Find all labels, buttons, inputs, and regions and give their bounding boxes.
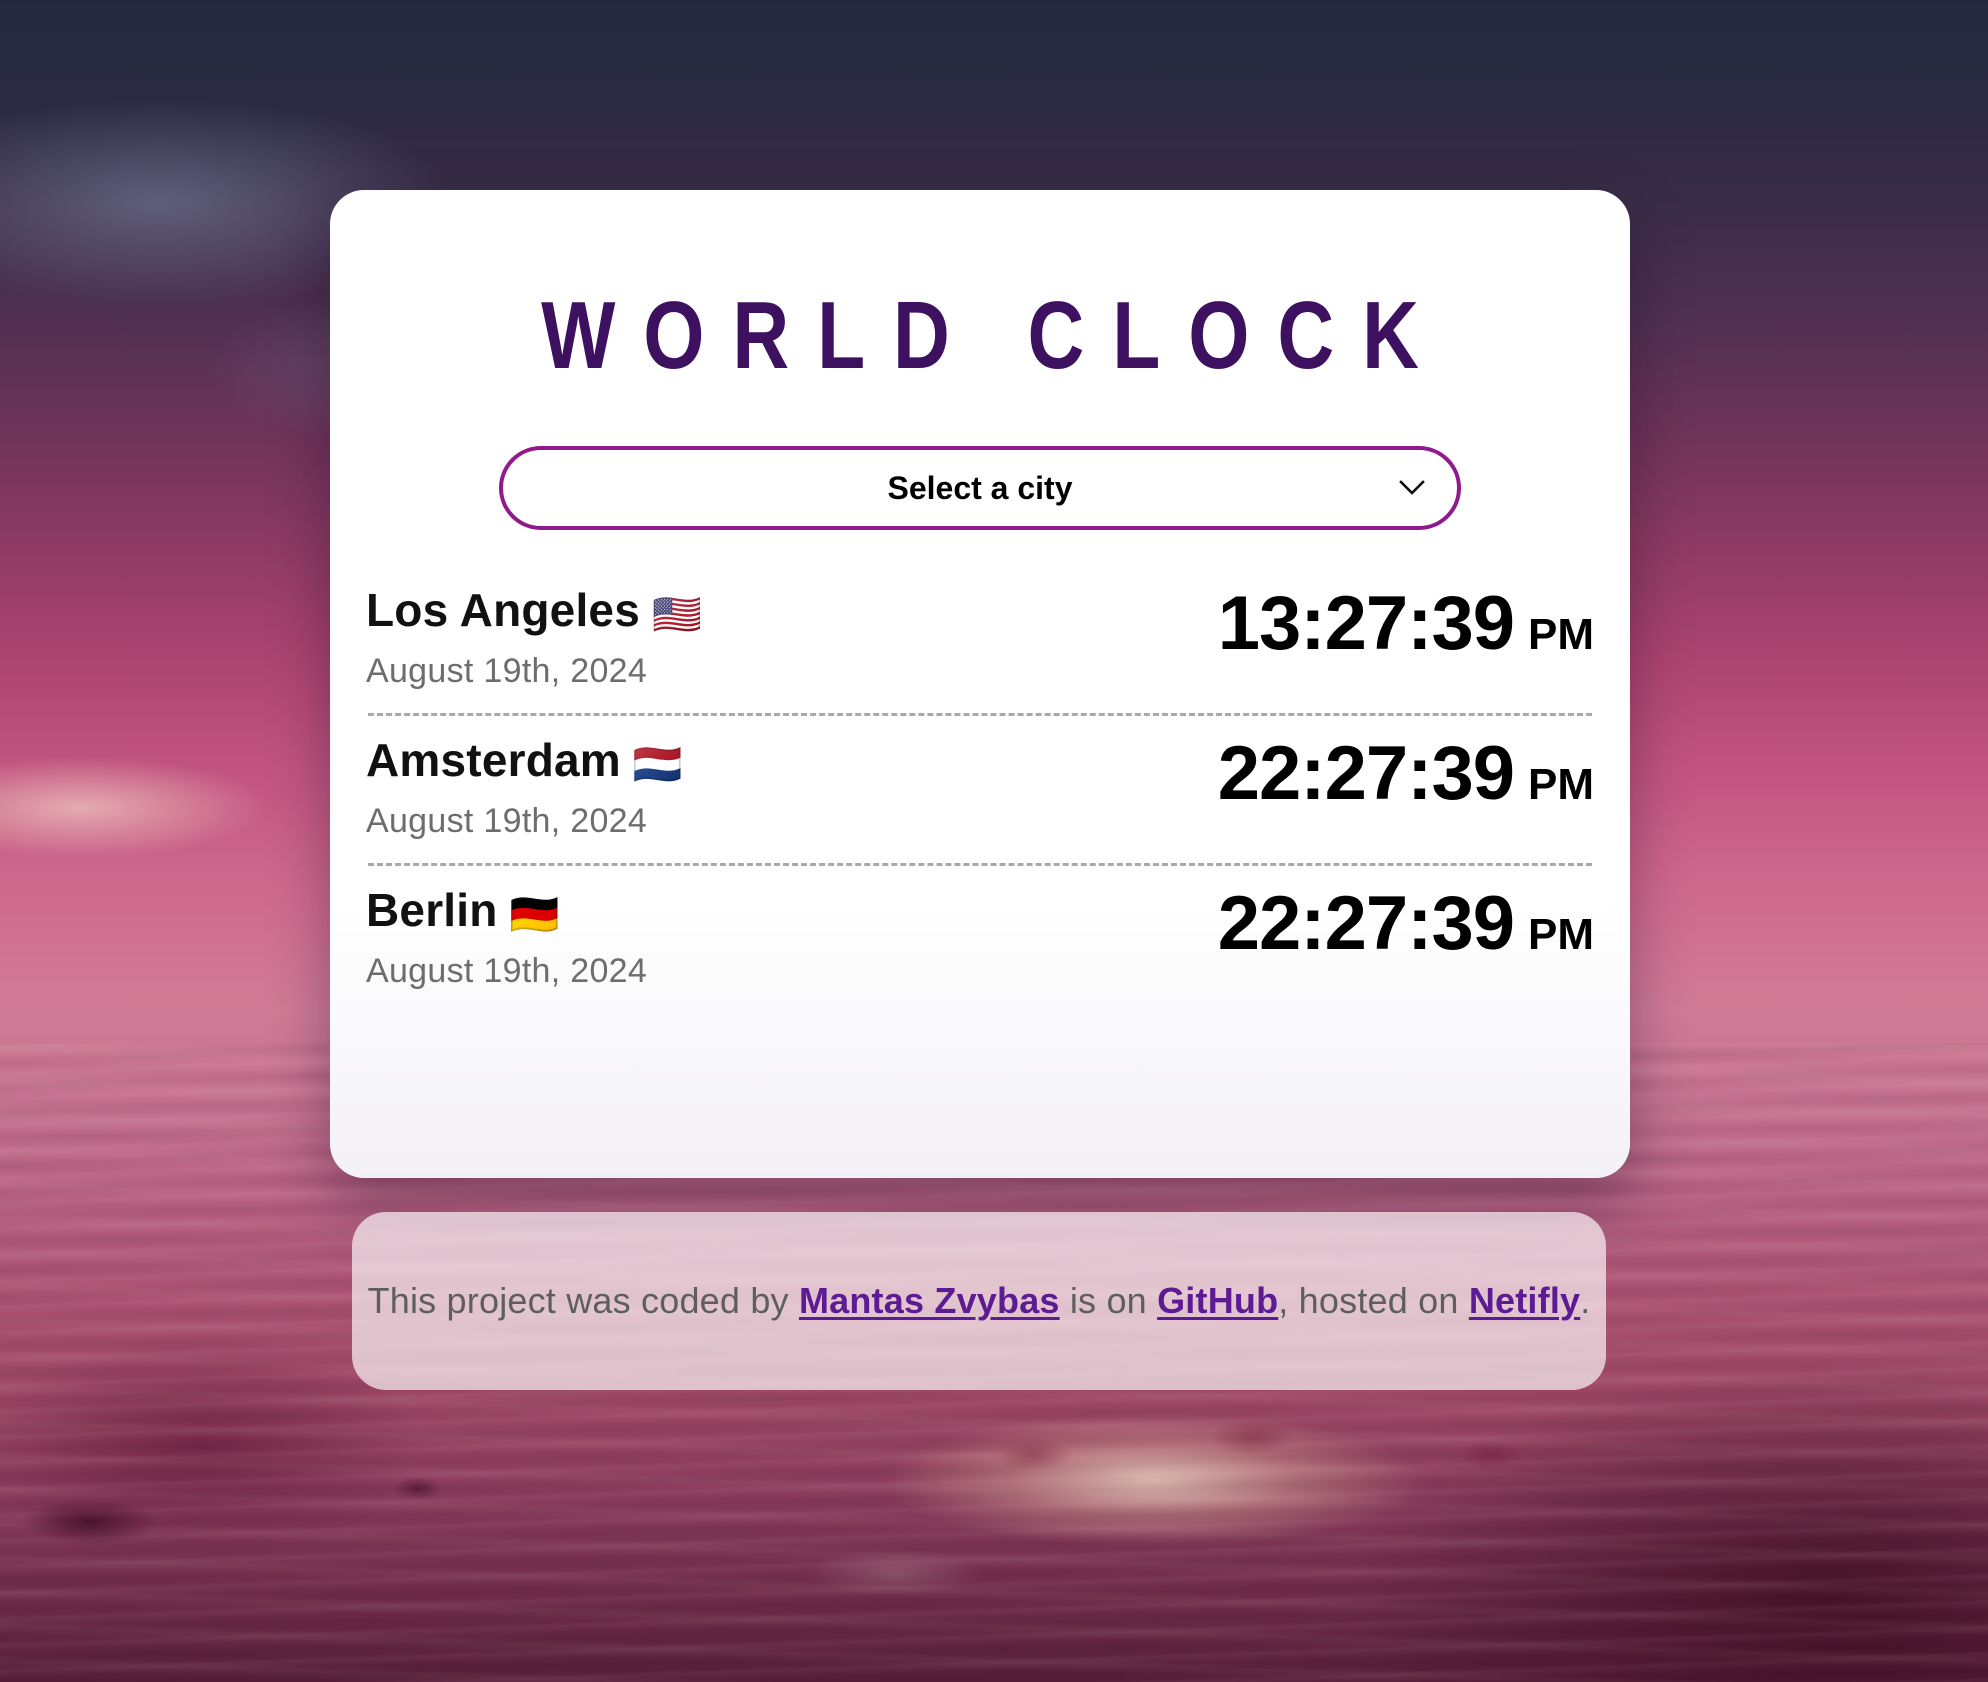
github-link[interactable]: GitHub [1157, 1280, 1278, 1321]
city-row: Berlin 🇩🇪 August 19th, 2024 22:27:39 PM [366, 866, 1594, 1013]
city-name: Berlin 🇩🇪 [366, 886, 647, 936]
footer-panel: This project was coded by Mantas Zvybas … [352, 1212, 1606, 1390]
flag-icon-nl: 🇳🇱 [632, 743, 683, 787]
city-time-value: 22:27:39 [1217, 881, 1515, 966]
page-root: WORLD CLOCK Select a city Los Angeles Am… [0, 0, 1988, 1682]
city-name: Amsterdam 🇳🇱 [366, 736, 683, 786]
city-select-wrapper: Select a city Los Angeles Amsterdam Berl… [499, 446, 1461, 530]
city-time: 13:27:39 PM [1218, 582, 1594, 662]
city-date: August 19th, 2024 [366, 802, 648, 840]
footer-middle-2: , hosted on [1278, 1280, 1469, 1321]
flag-icon-de: 🇩🇪 [509, 893, 560, 937]
city-row: Los Angeles 🇺🇸 August 19th, 2024 13:27:39… [366, 566, 1594, 713]
city-info: Los Angeles 🇺🇸 August 19th, 2024 [366, 582, 702, 691]
flag-icon-us: 🇺🇸 [652, 593, 703, 637]
city-time: 22:27:39 PM [1218, 882, 1594, 962]
city-select[interactable]: Select a city Los Angeles Amsterdam Berl… [499, 446, 1461, 530]
page-title: WORLD CLOCK [541, 282, 1447, 389]
city-row: Amsterdam 🇳🇱 August 19th, 2024 22:27:39 P… [366, 716, 1594, 863]
footer-suffix: . [1580, 1280, 1591, 1321]
footer-prefix: This project was coded by [367, 1280, 799, 1321]
city-name: Los Angeles 🇺🇸 [366, 586, 702, 636]
city-info: Amsterdam 🇳🇱 August 19th, 2024 [366, 732, 683, 841]
city-list: Los Angeles 🇺🇸 August 19th, 2024 13:27:39… [358, 566, 1602, 1013]
footer-credit: This project was coded by Mantas Zvybas … [368, 1280, 1591, 1322]
city-time-meridiem: PM [1528, 760, 1594, 809]
author-link[interactable]: Mantas Zvybas [799, 1280, 1060, 1321]
city-name-label: Berlin [366, 884, 498, 936]
city-time-value: 13:27:39 [1217, 581, 1515, 666]
city-info: Berlin 🇩🇪 August 19th, 2024 [366, 882, 647, 991]
city-name-label: Amsterdam [366, 734, 621, 786]
world-clock-card: WORLD CLOCK Select a city Los Angeles Am… [330, 190, 1630, 1178]
city-time-meridiem: PM [1528, 610, 1594, 659]
city-name-label: Los Angeles [366, 584, 640, 636]
netlify-link[interactable]: Netifly [1469, 1280, 1580, 1321]
city-date: August 19th, 2024 [366, 952, 648, 990]
footer-middle: is on [1059, 1280, 1158, 1321]
city-time: 22:27:39 PM [1218, 732, 1594, 812]
city-time-meridiem: PM [1528, 910, 1594, 959]
city-date: August 19th, 2024 [366, 652, 648, 690]
city-time-value: 22:27:39 [1217, 731, 1515, 816]
